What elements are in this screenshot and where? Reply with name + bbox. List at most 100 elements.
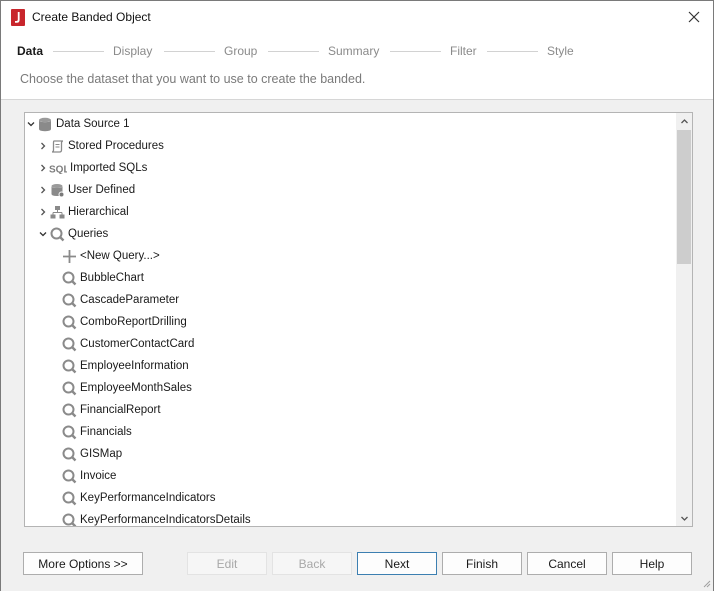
tree-node-label: Imported SQLs: [70, 162, 148, 174]
scroll-thumb[interactable]: [677, 130, 691, 264]
query-icon: [61, 358, 77, 374]
query-icon: [61, 380, 77, 396]
tree-node-query[interactable]: Invoice: [61, 465, 116, 487]
tree-node-user-defined[interactable]: User Defined: [37, 179, 135, 201]
cancel-button[interactable]: Cancel: [527, 552, 607, 575]
tree-node-label: Financials: [80, 426, 132, 438]
tree-node-query[interactable]: BubbleChart: [61, 267, 144, 289]
chevron-right-icon[interactable]: [37, 162, 49, 174]
step-data: Data: [17, 44, 44, 58]
tree-node-query[interactable]: ComboReportDrilling: [61, 311, 187, 333]
close-button[interactable]: [682, 6, 706, 28]
create-banded-object-dialog: Create Banded Object Data Display Group …: [0, 0, 714, 591]
query-icon: [61, 314, 77, 330]
tree-node-label: KeyPerformanceIndicatorsDetails: [80, 514, 251, 526]
wizard-steps: Data Display Group Summary Filter Style: [1, 34, 713, 68]
step-connector: [53, 51, 104, 52]
tree-node-query[interactable]: CustomerContactCard: [61, 333, 194, 355]
tree-node-label: <New Query...>: [80, 250, 160, 262]
tree-node-datasource[interactable]: Data Source 1: [25, 113, 130, 135]
title-bar: Create Banded Object: [1, 1, 713, 34]
step-connector: [268, 51, 319, 52]
query-icon: [61, 336, 77, 352]
tree-node-label: ComboReportDrilling: [80, 316, 187, 328]
svg-text:SQL: SQL: [49, 165, 67, 175]
tree-node-label: Invoice: [80, 470, 117, 482]
scroll-icon: [49, 138, 65, 154]
step-filter: Filter: [450, 44, 477, 58]
step-style: Style: [547, 44, 574, 58]
tree-node-query[interactable]: CascadeParameter: [61, 289, 179, 311]
chevron-right-icon[interactable]: [37, 184, 49, 196]
dataset-tree-panel: Data Source 1 Stored Procedures SQ Impor…: [24, 112, 693, 527]
step-connector: [487, 51, 538, 52]
step-connector: [390, 51, 441, 52]
query-icon: [61, 468, 77, 484]
tree-node-hierarchical[interactable]: Hierarchical: [37, 201, 129, 223]
scroll-up-button[interactable]: [676, 113, 692, 129]
query-icon: [61, 402, 77, 418]
tree-node-label: CustomerContactCard: [80, 338, 195, 350]
tree-node-label: GISMap: [80, 448, 123, 460]
tree-node-query[interactable]: KeyPerformanceIndicatorsDetails: [61, 509, 251, 526]
tree-node-query[interactable]: FinancialReport: [61, 399, 161, 421]
dataset-tree: Data Source 1 Stored Procedures SQ Impor…: [25, 113, 676, 526]
tree-node-stored-procedures[interactable]: Stored Procedures: [37, 135, 164, 157]
chevron-right-icon[interactable]: [37, 206, 49, 218]
chevron-down-icon: [680, 516, 688, 521]
next-button[interactable]: Next: [357, 552, 437, 575]
query-icon: [61, 512, 77, 526]
query-icon: [49, 226, 65, 242]
back-button: Back: [272, 552, 352, 575]
tree-node-label: FinancialReport: [80, 404, 161, 416]
query-icon: [61, 292, 77, 308]
close-icon: [688, 11, 700, 23]
report-app-icon: [11, 9, 25, 26]
tree-node-label: BubbleChart: [80, 272, 144, 284]
scroll-down-button[interactable]: [676, 510, 692, 526]
tree-node-label: Data Source 1: [56, 118, 130, 130]
tree-node-label: User Defined: [68, 184, 136, 196]
step-display: Display: [113, 44, 153, 58]
query-icon: [61, 490, 77, 506]
finish-button[interactable]: Finish: [442, 552, 522, 575]
instruction-text: Choose the dataset that you want to use …: [20, 72, 366, 86]
tree-node-queries[interactable]: Queries: [37, 223, 108, 245]
tree-node-query[interactable]: KeyPerformanceIndicators: [61, 487, 216, 509]
tree-node-query[interactable]: EmployeeInformation: [61, 355, 189, 377]
query-icon: [61, 424, 77, 440]
more-options-button[interactable]: More Options >>: [23, 552, 143, 575]
database-user-icon: [49, 182, 65, 198]
chevron-right-icon[interactable]: [37, 140, 49, 152]
tree-node-label: CascadeParameter: [80, 294, 180, 306]
query-icon: [61, 446, 77, 462]
tree-node-query[interactable]: EmployeeMonthSales: [61, 377, 192, 399]
tree-node-query[interactable]: Financials: [61, 421, 132, 443]
sql-icon: SQL: [49, 160, 67, 176]
step-summary: Summary: [328, 44, 380, 58]
hierarchy-icon: [49, 204, 65, 220]
chevron-down-icon[interactable]: [37, 228, 49, 240]
chevron-up-icon: [680, 118, 688, 123]
tree-node-label: EmployeeInformation: [80, 360, 189, 372]
tree-node-imported-sqls[interactable]: SQL Imported SQLs: [37, 157, 147, 179]
query-icon: [61, 270, 77, 286]
resize-grip-icon[interactable]: [701, 578, 711, 588]
help-button[interactable]: Help: [612, 552, 692, 575]
tree-node-label: KeyPerformanceIndicators: [80, 492, 216, 504]
window-title: Create Banded Object: [32, 10, 151, 24]
edit-button: Edit: [187, 552, 267, 575]
tree-node-query[interactable]: GISMap: [61, 443, 122, 465]
plus-icon: [61, 248, 77, 264]
tree-node-label: EmployeeMonthSales: [80, 382, 192, 394]
database-icon: [37, 116, 53, 132]
step-connector: [164, 51, 215, 52]
step-group: Group: [224, 44, 258, 58]
tree-scrollbar[interactable]: [676, 113, 692, 526]
tree-node-label: Hierarchical: [68, 206, 129, 218]
chevron-down-icon[interactable]: [25, 118, 37, 130]
tree-node-label: Stored Procedures: [68, 140, 164, 152]
dialog-body: Data Source 1 Stored Procedures SQ Impor…: [1, 100, 713, 591]
tree-node-new-query[interactable]: <New Query...>: [61, 245, 160, 267]
tree-node-label: Queries: [68, 228, 109, 240]
